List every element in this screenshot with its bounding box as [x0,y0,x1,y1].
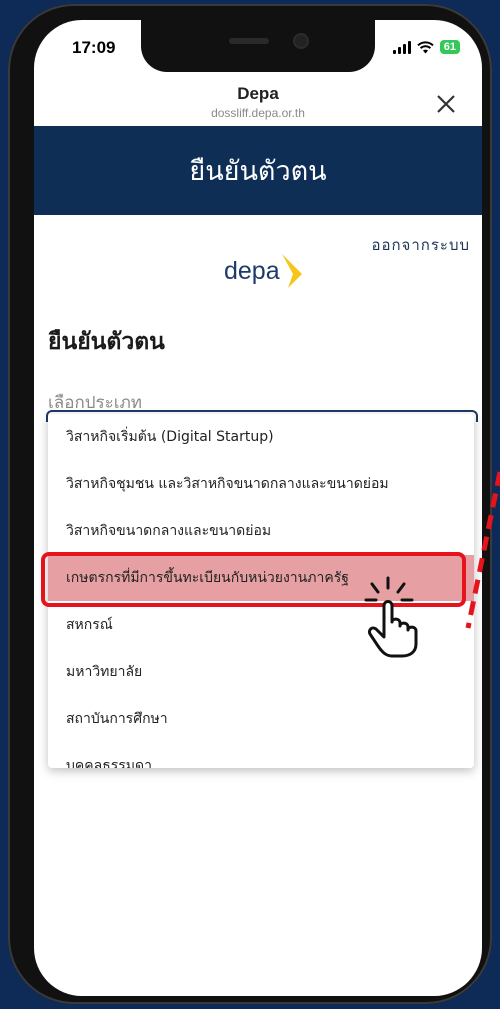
dropdown-option[interactable]: สถาบันการศึกษา [48,696,474,742]
speaker-grille [229,38,269,44]
wifi-icon [417,40,434,53]
logout-link[interactable]: ออกจากระบบ [371,233,470,257]
status-indicators: 61 [392,40,460,54]
dropdown-option[interactable]: วิสาหกิจขนาดกลางและขนาดย่อม [48,508,474,554]
close-icon[interactable] [434,92,458,116]
dropdown-option[interactable]: วิสาหกิจชุมชน และวิสาหกิจขนาดกลางและขนาด… [48,461,474,507]
front-camera [295,35,307,47]
hand-pointer-icon [364,576,418,658]
logo-arrow-icon [281,254,302,288]
header-bar: ยืนยันตัวตน [34,126,482,215]
page-title: ยืนยันตัวตน [48,329,165,355]
status-time: 17:09 [72,38,116,57]
header-title: ยืนยันตัวตน [189,156,327,187]
phone-screen: 17:09 61 Depa dossliff.depa.or.th ยืนยัน… [34,20,482,996]
signal-icon [392,40,411,54]
phone-frame: 17:09 61 Depa dossliff.depa.or.th ยืนยัน… [8,4,492,1004]
pointer-dash-line [465,471,500,629]
depa-logo: depa [224,252,304,290]
logo-text: depa [224,256,280,285]
battery-indicator: 61 [439,40,460,54]
dropdown-option[interactable]: วิสาหกิจเริ่มต้น (Digital Startup) [48,414,474,460]
dropdown-option[interactable]: บุคคลธรรมดา [48,743,474,768]
browser-title: Depa [237,84,279,103]
browser-url: dossliff.depa.or.th [211,106,305,120]
phone-notch [141,20,375,72]
